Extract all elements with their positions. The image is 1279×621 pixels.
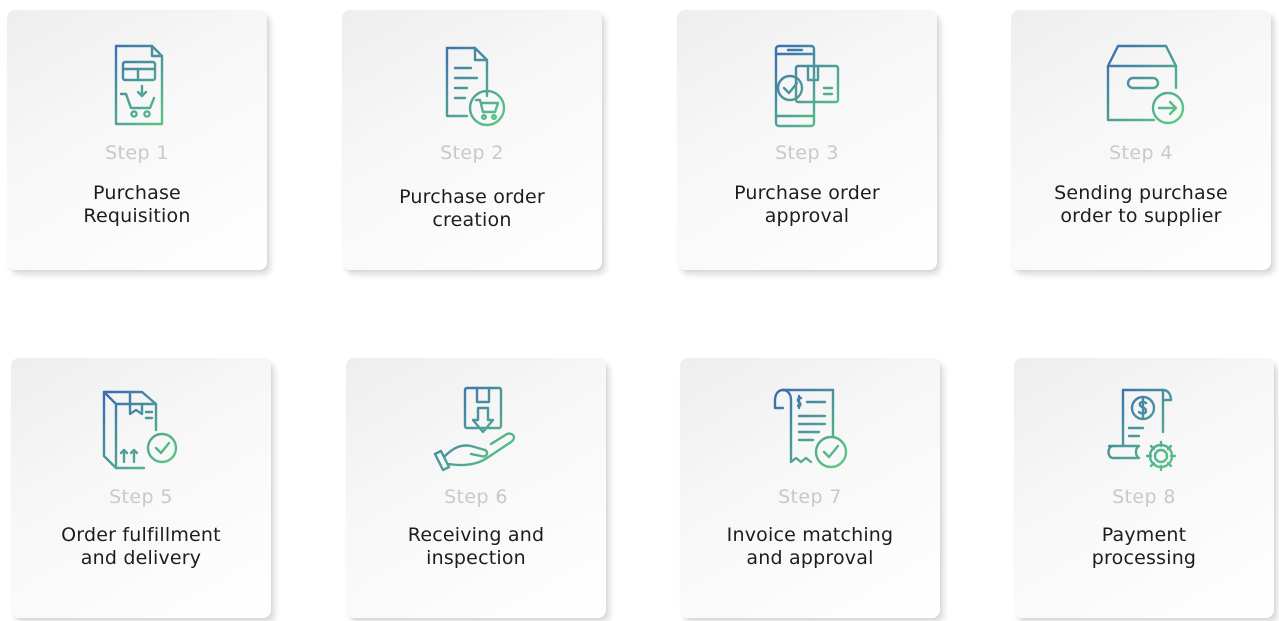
phone-approval-package-icon (762, 42, 852, 132)
step-title-line: Payment (1101, 524, 1187, 546)
step-title-line: creation (432, 209, 512, 231)
step-card-5: Step 5 Order fulfillment and delivery (11, 358, 271, 618)
step-title-line: Purchase (93, 182, 181, 204)
step-title: Receiving and inspection (352, 524, 600, 570)
step-title-line: order to supplier (1060, 205, 1222, 227)
step-card-6: Step 6 Receiving and inspection (346, 358, 606, 618)
step-label: Step 2 (440, 142, 504, 164)
step-title-line: Requisition (83, 205, 191, 227)
step-title-line: and delivery (80, 547, 202, 569)
step-title-line: inspection (426, 547, 526, 569)
step-title: Invoice matching and approval (686, 524, 934, 570)
package-delivered-check-icon (96, 386, 186, 476)
step-title: Purchase order approval (683, 182, 931, 228)
step-title-line: Sending purchase (1054, 182, 1228, 204)
step-card-4: Step 4 Sending purchase order to supplie… (1011, 10, 1271, 270)
step-label: Step 8 (1112, 486, 1176, 508)
step-label: Step 6 (444, 486, 508, 508)
step-card-2: Step 2 Purchase order creation (342, 10, 602, 270)
document-cart-icon (427, 42, 517, 132)
box-send-arrow-icon (1096, 42, 1186, 132)
step-title: Purchase order creation (348, 186, 596, 232)
step-title: Purchase Requisition (13, 182, 261, 228)
step-card-3: Step 3 Purchase order approval (677, 10, 937, 270)
step-label: Step 7 (778, 486, 842, 508)
step-title-line: Purchase order (399, 186, 545, 208)
step-card-8: Step 8 Payment processing (1014, 358, 1274, 618)
step-title: Order fulfillment and delivery (17, 524, 265, 570)
step-title-line: Purchase order (734, 182, 880, 204)
step-title-line: approval (764, 205, 850, 227)
procurement-steps-diagram: Step 1 Purchase Requisition Step 2 Purch… (0, 0, 1279, 621)
step-title-line: processing (1091, 547, 1197, 569)
step-label: Step 4 (1109, 142, 1173, 164)
step-title-line: and approval (746, 547, 874, 569)
step-card-7: Step 7 Invoice matching and approval (680, 358, 940, 618)
invoice-check-icon (765, 386, 855, 476)
step-card-1: Step 1 Purchase Requisition (7, 10, 267, 270)
step-title: Sending purchase order to supplier (1017, 182, 1265, 228)
hand-receive-package-icon (431, 386, 521, 476)
requisition-cart-document-icon (92, 42, 182, 132)
step-label: Step 1 (105, 142, 169, 164)
step-title-line: Invoice matching (726, 524, 894, 546)
step-title: Payment processing (1020, 524, 1268, 570)
step-title-line: Order fulfillment (61, 524, 221, 546)
step-label: Step 5 (109, 486, 173, 508)
step-label: Step 3 (775, 142, 839, 164)
step-title-line: Receiving and (407, 524, 545, 546)
payment-scroll-gear-icon (1099, 386, 1189, 476)
